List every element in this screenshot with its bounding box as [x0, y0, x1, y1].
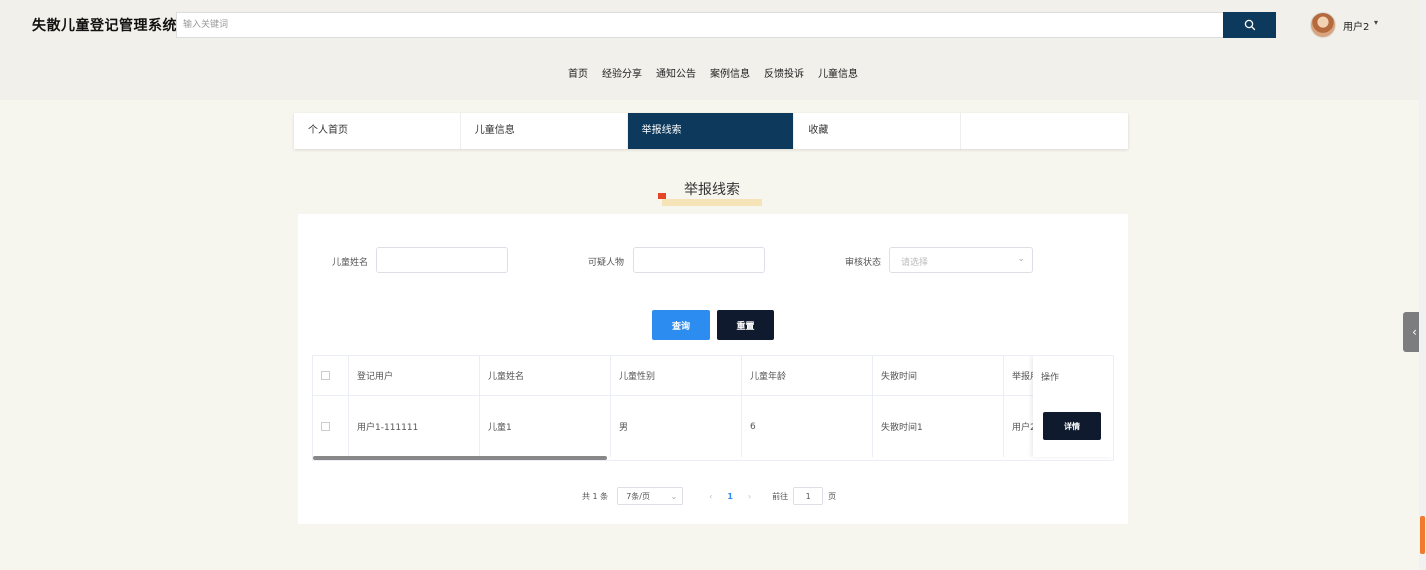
- total-count: 共 1 条: [582, 491, 609, 501]
- horizontal-scrollbar[interactable]: [313, 456, 607, 460]
- search-button[interactable]: [1223, 12, 1276, 38]
- search-icon: [1244, 19, 1255, 31]
- vertical-scrollbar-track: [1419, 0, 1426, 570]
- suspect-label: 可疑人物: [588, 258, 625, 268]
- clues-table: 登记用户 儿童姓名 儿童性别 儿童年龄 失散时间 举报用 用户1-111111 …: [312, 355, 1114, 461]
- user-name[interactable]: 用户2: [1343, 18, 1369, 33]
- content-card: 儿童姓名 可疑人物 审核状态 请选择 ⌄ 查询 重置 登记用户 儿童姓名 儿童性…: [298, 214, 1128, 524]
- chevron-down-icon: ⌄: [1017, 254, 1025, 264]
- table-cell: 6: [742, 396, 873, 457]
- nav-child-info[interactable]: 儿童信息: [818, 65, 858, 80]
- goto-label: 前往: [772, 491, 789, 501]
- table-cell: 用户1-111111: [349, 396, 480, 457]
- reset-button[interactable]: 重置: [717, 310, 774, 340]
- nav-home[interactable]: 首页: [568, 65, 588, 80]
- select-all-cell: [313, 356, 349, 395]
- page-suffix: 页: [828, 491, 837, 501]
- vertical-scrollbar-thumb[interactable]: [1420, 516, 1425, 554]
- header-bar: 失散儿童登记管理系统 用户2 ▾ 首页 经验分享 通知公告 案例信息 反馈投诉 …: [0, 0, 1426, 100]
- column-header: 登记用户: [349, 356, 480, 395]
- column-header: 儿童年龄: [742, 356, 873, 395]
- nav-notice[interactable]: 通知公告: [656, 65, 696, 80]
- user-dropdown-caret-icon[interactable]: ▾: [1374, 18, 1378, 27]
- column-header: 儿童姓名: [480, 356, 611, 395]
- column-header: 儿童性别: [611, 356, 742, 395]
- child-name-label: 儿童姓名: [332, 258, 369, 268]
- next-page-icon[interactable]: ›: [748, 492, 751, 501]
- nav-feedback[interactable]: 反馈投诉: [764, 65, 804, 80]
- detail-button[interactable]: 详情: [1043, 412, 1101, 440]
- search-box: [176, 12, 1276, 38]
- title-marker-icon: [658, 193, 666, 199]
- child-name-input[interactable]: [376, 247, 508, 273]
- table-cell: 儿童1: [480, 396, 611, 457]
- user-avatar[interactable]: [1310, 12, 1336, 38]
- column-header: 操作: [1041, 373, 1060, 383]
- table-row: 用户1-111111 儿童1 男 6 失散时间1 用户2: [313, 396, 1113, 457]
- main-nav: 首页 经验分享 通知公告 案例信息 反馈投诉 儿童信息: [0, 65, 1426, 80]
- select-all-checkbox[interactable]: [321, 371, 330, 380]
- search-input[interactable]: [177, 13, 1224, 37]
- status-label: 审核状态: [845, 258, 882, 268]
- operation-column: 操作 详情: [1033, 356, 1113, 457]
- row-select-cell: [313, 396, 349, 457]
- table-cell: 失散时间1: [873, 396, 1004, 457]
- tab-empty: [961, 113, 1128, 149]
- table-cell: 男: [611, 396, 742, 457]
- query-button[interactable]: 查询: [652, 310, 710, 340]
- prev-page-icon[interactable]: ‹: [709, 492, 712, 501]
- tab-child-info[interactable]: 儿童信息: [461, 113, 628, 149]
- nav-case-info[interactable]: 案例信息: [710, 65, 750, 80]
- page-title: 举报线索: [684, 182, 740, 198]
- tab-personal-home[interactable]: 个人首页: [294, 113, 461, 149]
- status-placeholder: 请选择: [901, 258, 929, 268]
- suspect-input[interactable]: [633, 247, 765, 273]
- profile-tabs: 个人首页 儿童信息 举报线索 收藏: [294, 113, 1128, 149]
- row-checkbox[interactable]: [321, 422, 330, 431]
- pagination: 共 1 条 7条/页 ⌄ ‹ 1 › 前往 1 页: [582, 486, 836, 506]
- column-header: 失散时间: [873, 356, 1004, 395]
- site-title: 失散儿童登记管理系统: [32, 18, 177, 34]
- tab-report-clues[interactable]: 举报线索: [627, 113, 795, 149]
- tab-favorites[interactable]: 收藏: [794, 113, 962, 149]
- page-size-value: 7条/页: [626, 491, 650, 501]
- page-size-select[interactable]: 7条/页 ⌄: [617, 487, 684, 505]
- goto-page-input[interactable]: 1: [793, 487, 824, 505]
- nav-experience-share[interactable]: 经验分享: [602, 65, 642, 80]
- chevron-down-icon: ⌄: [670, 491, 678, 501]
- current-page[interactable]: 1: [727, 492, 733, 501]
- status-select[interactable]: 请选择 ⌄: [889, 247, 1033, 273]
- title-underline: [662, 199, 762, 206]
- table-header: 登记用户 儿童姓名 儿童性别 儿童年龄 失散时间 举报用: [313, 356, 1113, 396]
